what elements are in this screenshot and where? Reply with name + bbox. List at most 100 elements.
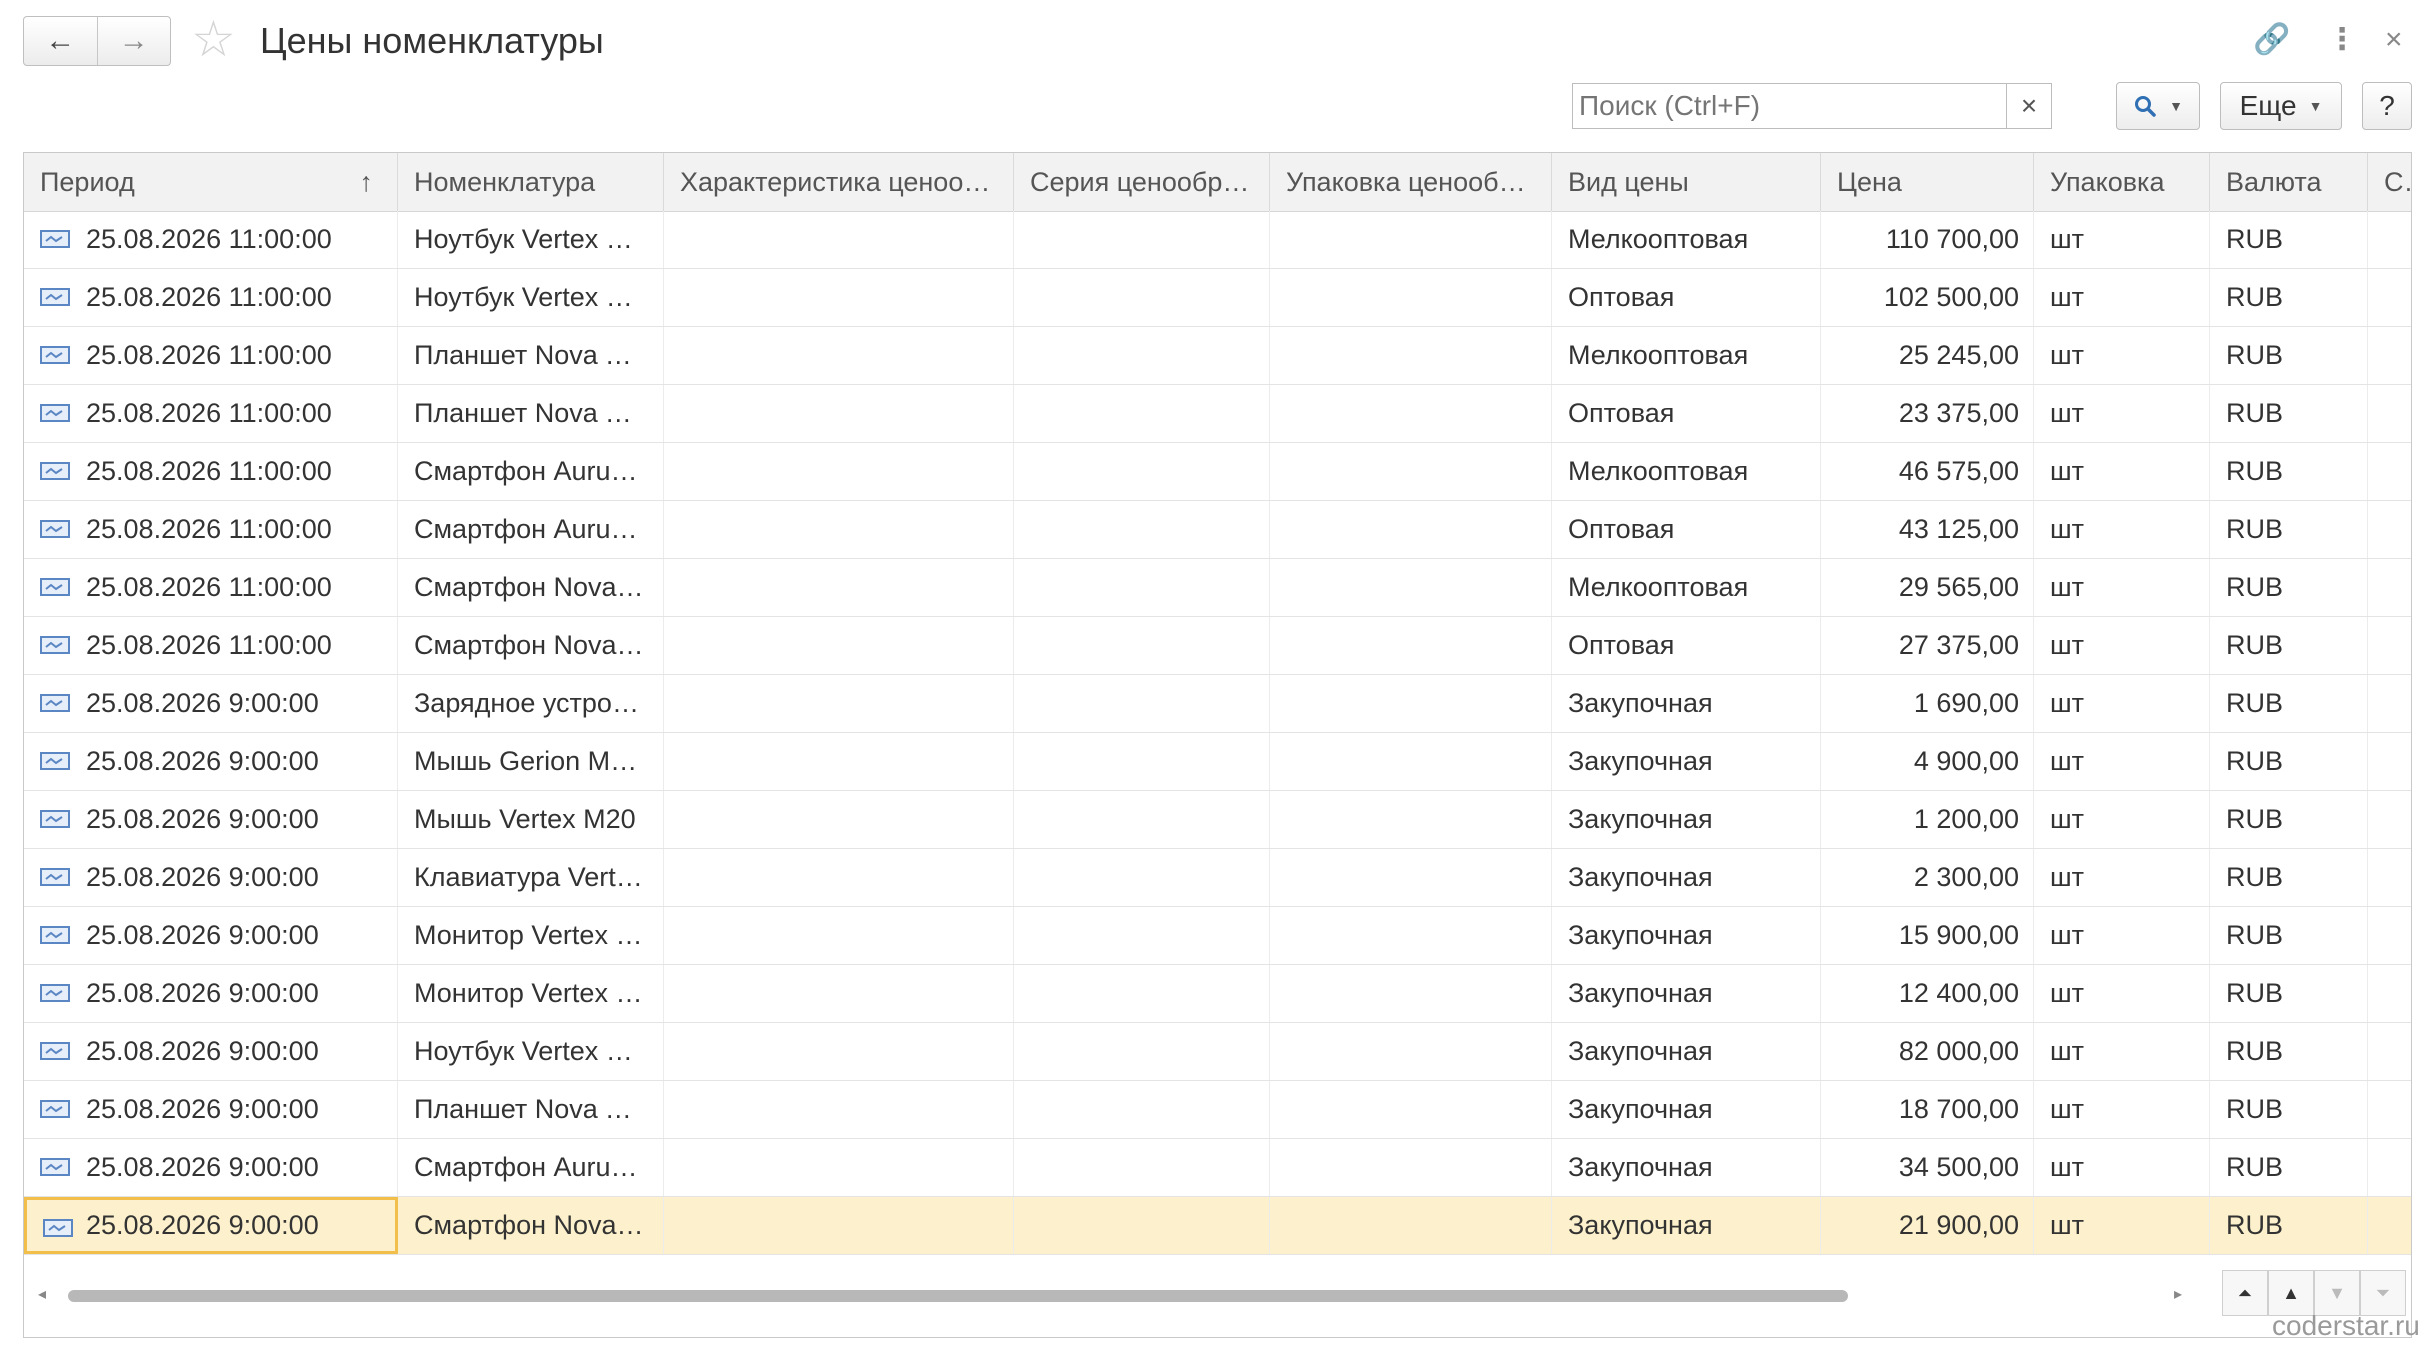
cell-pack[interactable]: шт [2034,1197,2210,1254]
cell-pack[interactable]: шт [2034,733,2210,790]
cell-pack[interactable]: шт [2034,675,2210,732]
cell-currency[interactable]: RUB [2210,617,2368,674]
link-icon[interactable]: 🔗 [2253,20,2290,60]
cell-empty[interactable] [2368,675,2411,732]
cell-currency[interactable]: RUB [2210,1139,2368,1196]
cell-price[interactable]: 27 375,00 [1821,617,2034,674]
cell-item[interactable]: Зарядное устро… [398,675,664,732]
cell-period[interactable]: 25.08.2026 9:00:00 [24,733,398,790]
cell-period[interactable]: 25.08.2026 9:00:00 [24,1023,398,1080]
cell-currency[interactable]: RUB [2210,501,2368,558]
forward-button[interactable]: → [96,17,171,65]
cell-empty[interactable] [1014,675,1270,732]
cell-pack[interactable]: шт [2034,617,2210,674]
cell-price_type[interactable]: Закупочная [1552,1139,1821,1196]
cell-period[interactable]: 25.08.2026 11:00:00 [24,443,398,500]
cell-period[interactable]: 25.08.2026 11:00:00 [24,327,398,384]
cell-empty[interactable] [1014,617,1270,674]
cell-currency[interactable]: RUB [2210,965,2368,1022]
cell-empty[interactable] [664,443,1014,500]
cell-item[interactable]: Планшет Nova T… [398,1081,664,1138]
table-row[interactable]: 25.08.2026 11:00:00 Смартфон Auru… Мелкооп… [24,443,2411,501]
cell-period[interactable]: 25.08.2026 11:00:00 [24,385,398,442]
cell-price[interactable]: 34 500,00 [1821,1139,2034,1196]
table-row[interactable]: 25.08.2026 11:00:00 Ноутбук Vertex … Мелко… [24,211,2411,269]
close-icon[interactable]: × [2385,20,2403,60]
cell-empty[interactable] [1270,1023,1552,1080]
table-row[interactable]: 25.08.2026 9:00:00 Клавиатура Vert… Закупо… [24,849,2411,907]
cell-price[interactable]: 2 300,00 [1821,849,2034,906]
cell-price_type[interactable]: Закупочная [1552,1197,1821,1254]
more-actions-icon[interactable]: ⋮ [2327,20,2357,60]
cell-pack[interactable]: шт [2034,385,2210,442]
cell-empty[interactable] [1270,559,1552,616]
cell-empty[interactable] [664,849,1014,906]
cell-price[interactable]: 110 700,00 [1821,211,2034,268]
cell-period[interactable]: 25.08.2026 11:00:00 [24,501,398,558]
horizontal-scrollbar[interactable]: ◂ ▸ [24,1283,2182,1307]
header-period[interactable]: Период ↑ [24,153,398,211]
cell-currency[interactable]: RUB [2210,269,2368,326]
table-row[interactable]: 25.08.2026 11:00:00 Смартфон Nova… Оптовая… [24,617,2411,675]
cell-empty[interactable] [2368,1081,2411,1138]
cell-price_type[interactable]: Закупочная [1552,907,1821,964]
cell-item[interactable]: Монитор Vertex … [398,965,664,1022]
cell-item[interactable]: Смартфон Nova… [398,559,664,616]
cell-pack[interactable]: шт [2034,559,2210,616]
cell-price[interactable]: 1 690,00 [1821,675,2034,732]
cell-empty[interactable] [1270,443,1552,500]
sort-ascending-icon[interactable]: ↑ [360,153,374,211]
cell-empty[interactable] [1014,733,1270,790]
cell-item[interactable]: Ноутбук Vertex … [398,1023,664,1080]
cell-price_type[interactable]: Мелкооптовая [1552,559,1821,616]
cell-empty[interactable] [1270,907,1552,964]
cell-pack[interactable]: шт [2034,1023,2210,1080]
cell-empty[interactable] [1014,849,1270,906]
cell-price[interactable]: 46 575,00 [1821,443,2034,500]
cell-pack[interactable]: шт [2034,1139,2210,1196]
cell-empty[interactable] [1014,965,1270,1022]
help-button[interactable]: ? [2362,82,2412,130]
cell-empty[interactable] [1270,849,1552,906]
cell-item[interactable]: Смартфон Auru… [398,501,664,558]
cell-pack[interactable]: шт [2034,965,2210,1022]
cell-price_type[interactable]: Оптовая [1552,385,1821,442]
cell-price_type[interactable]: Мелкооптовая [1552,443,1821,500]
cell-item[interactable]: Клавиатура Vert… [398,849,664,906]
cell-pack[interactable]: шт [2034,501,2210,558]
cell-price_type[interactable]: Мелкооптовая [1552,327,1821,384]
cell-period[interactable]: 25.08.2026 9:00:00 [24,849,398,906]
cell-empty[interactable] [2368,559,2411,616]
cell-pack[interactable]: шт [2034,1081,2210,1138]
cell-price[interactable]: 102 500,00 [1821,269,2034,326]
cell-period[interactable]: 25.08.2026 9:00:00 [24,965,398,1022]
cell-price_type[interactable]: Оптовая [1552,617,1821,674]
cell-price[interactable]: 82 000,00 [1821,1023,2034,1080]
cell-price[interactable]: 18 700,00 [1821,1081,2034,1138]
cell-empty[interactable] [2368,327,2411,384]
table-row[interactable]: 25.08.2026 9:00:00 Зарядное устро… Закупоч… [24,675,2411,733]
header-pack[interactable]: Упаковка [2034,153,2210,211]
cell-period[interactable]: 25.08.2026 9:00:00 [24,907,398,964]
cell-empty[interactable] [2368,211,2411,268]
cell-empty[interactable] [1014,791,1270,848]
cell-price_type[interactable]: Закупочная [1552,1081,1821,1138]
cell-pack[interactable]: шт [2034,791,2210,848]
table-row[interactable]: 25.08.2026 9:00:00 Монитор Vertex … Закупо… [24,965,2411,1023]
table-row[interactable]: 25.08.2026 9:00:00 Мышь Vertex M20 Закупоч… [24,791,2411,849]
cell-currency[interactable]: RUB [2210,559,2368,616]
scroll-thumb[interactable] [68,1290,1848,1302]
cell-empty[interactable] [1014,327,1270,384]
cell-empty[interactable] [1014,1081,1270,1138]
table-row[interactable]: 25.08.2026 11:00:00 Смартфон Nova… Мелкооп… [24,559,2411,617]
cell-item[interactable]: Ноутбук Vertex … [398,211,664,268]
header-pricing-pack[interactable]: Упаковка ценообразования [1270,153,1552,211]
header-price[interactable]: Цена [1821,153,2034,211]
cell-currency[interactable]: RUB [2210,675,2368,732]
cell-empty[interactable] [1270,791,1552,848]
table-row[interactable]: 25.08.2026 11:00:00 Смартфон Auru… Оптовая… [24,501,2411,559]
cell-empty[interactable] [2368,733,2411,790]
cell-pack[interactable]: шт [2034,907,2210,964]
cell-empty[interactable] [1014,559,1270,616]
cell-item[interactable]: Мышь Vertex M20 [398,791,664,848]
